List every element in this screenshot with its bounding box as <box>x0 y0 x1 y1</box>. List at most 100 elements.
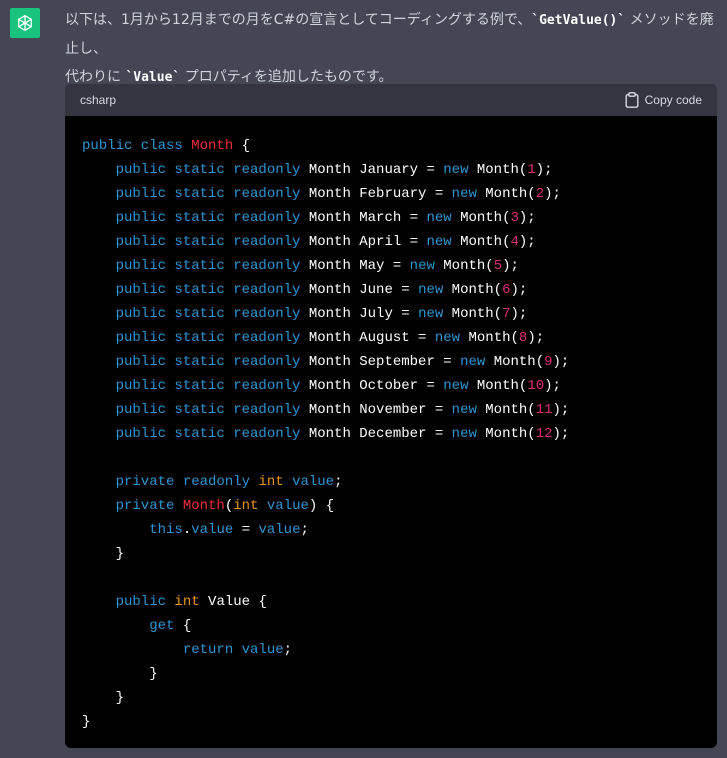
code-token: Month( <box>485 402 536 418</box>
code-token: private readonly <box>82 474 259 490</box>
code-token: public static readonly <box>82 402 309 418</box>
code-token: ); <box>510 282 528 298</box>
code-token: Month September = <box>308 354 461 370</box>
code-token: } <box>82 690 125 706</box>
code-token: Month( <box>443 258 494 274</box>
code-token: new <box>418 282 452 298</box>
code-line: public static readonly Month August = ne… <box>82 326 717 350</box>
code-line: public static readonly Month October = n… <box>82 374 717 398</box>
code-token: new <box>409 258 444 274</box>
code-line: } <box>82 542 717 566</box>
code-token: Month( <box>485 186 536 202</box>
code-token: 7 <box>502 306 511 322</box>
code-token: Month May = <box>308 258 410 274</box>
code-token: 9 <box>544 354 553 370</box>
copy-code-label: Copy code <box>644 93 702 107</box>
code-token: Month July = <box>308 306 419 322</box>
message-text: 以下は、1月から12月までの月をC#の宣言としてコーディングする例で、 <box>65 12 532 28</box>
code-token: ) { <box>308 498 335 514</box>
code-line: public static readonly Month September =… <box>82 350 717 374</box>
code-token: public static readonly <box>82 306 309 322</box>
code-token: ); <box>518 234 536 250</box>
code-token: Month( <box>485 426 536 442</box>
code-token: } <box>82 666 158 682</box>
inline-code: `GetValue()` <box>531 13 626 28</box>
code-token: new <box>443 162 477 178</box>
code-token: Month October = <box>308 378 444 394</box>
code-token: public <box>82 594 175 610</box>
code-token: { <box>174 618 192 634</box>
code-token: ; <box>300 522 309 538</box>
code-line: } <box>82 686 717 710</box>
code-token: value <box>266 498 309 514</box>
code-token: new <box>418 306 452 322</box>
code-token: Month( <box>460 234 511 250</box>
code-line: public static readonly Month July = new … <box>82 302 717 326</box>
code-token: public static readonly <box>82 258 309 274</box>
code-line: this.value = value; <box>82 518 717 542</box>
code-token: . <box>182 522 192 538</box>
code-line: public static readonly Month February = … <box>82 182 717 206</box>
code-token: ( <box>224 498 234 514</box>
inline-code: `Value` <box>125 70 181 85</box>
code-token: Month( <box>451 282 503 298</box>
code-token: public static readonly <box>82 234 309 250</box>
code-line: } <box>82 662 717 686</box>
message-text: 代わりに <box>65 69 126 85</box>
code-token: ; <box>283 642 293 658</box>
code-token: public static readonly <box>82 210 309 226</box>
code-token: Month June = <box>308 282 419 298</box>
copy-code-button[interactable]: Copy code <box>625 92 702 108</box>
code-token: value <box>241 642 284 658</box>
code-block-header: csharp Copy code <box>65 84 717 116</box>
code-token: ); <box>552 426 570 442</box>
code-token: int <box>258 474 284 490</box>
code-token: 10 <box>527 378 545 394</box>
code-line: } <box>82 710 717 734</box>
code-line: public static readonly Month January = n… <box>82 158 717 182</box>
code-token: new <box>460 354 494 370</box>
code-token: value <box>258 522 301 538</box>
code-token: Month <box>182 498 225 514</box>
code-token: new <box>451 186 486 202</box>
code-token: 11 <box>535 402 553 418</box>
assistant-message: 以下は、1月から12月までの月をC#の宣言としてコーディングする例で、`GetV… <box>65 6 715 92</box>
code-block: csharp Copy code public class Month { pu… <box>65 84 717 748</box>
code-line: public static readonly Month June = new … <box>82 278 717 302</box>
code-token: new <box>434 330 469 346</box>
code-line: public static readonly Month March = new… <box>82 206 717 230</box>
code-token: } <box>82 546 125 562</box>
code-token: new <box>443 378 477 394</box>
code-token: ; <box>334 474 343 490</box>
code-token: Value { <box>199 594 267 610</box>
code-token: public static readonly <box>82 162 309 178</box>
code-token: Month( <box>451 306 503 322</box>
code-token: return <box>82 642 242 658</box>
code-line: public static readonly Month November = … <box>82 398 717 422</box>
code-token: Month August = <box>308 330 435 346</box>
code-line: public int Value { <box>82 590 717 614</box>
code-token: new <box>426 234 461 250</box>
code-token: ); <box>510 306 528 322</box>
code-token: 5 <box>493 258 503 274</box>
code-token: Month April = <box>308 234 427 250</box>
code-token: 1 <box>527 162 536 178</box>
message-text: プロパティを追加したものです。 <box>184 69 393 85</box>
code-token: 3 <box>510 210 519 226</box>
code-token: } <box>82 714 91 730</box>
code-token: ); <box>518 210 536 226</box>
code-token: public static readonly <box>82 186 309 202</box>
code-token: int <box>233 498 259 514</box>
code-token: ); <box>544 186 561 202</box>
code-token: new <box>426 210 461 226</box>
code-token: public static readonly <box>82 378 309 394</box>
code-token: Month November = <box>308 402 452 418</box>
code-line: public class Month { <box>82 134 717 158</box>
code-token: ); <box>552 402 570 418</box>
code-token: 4 <box>510 234 519 250</box>
code-line: get { <box>82 614 717 638</box>
openai-logo-icon <box>18 15 32 32</box>
